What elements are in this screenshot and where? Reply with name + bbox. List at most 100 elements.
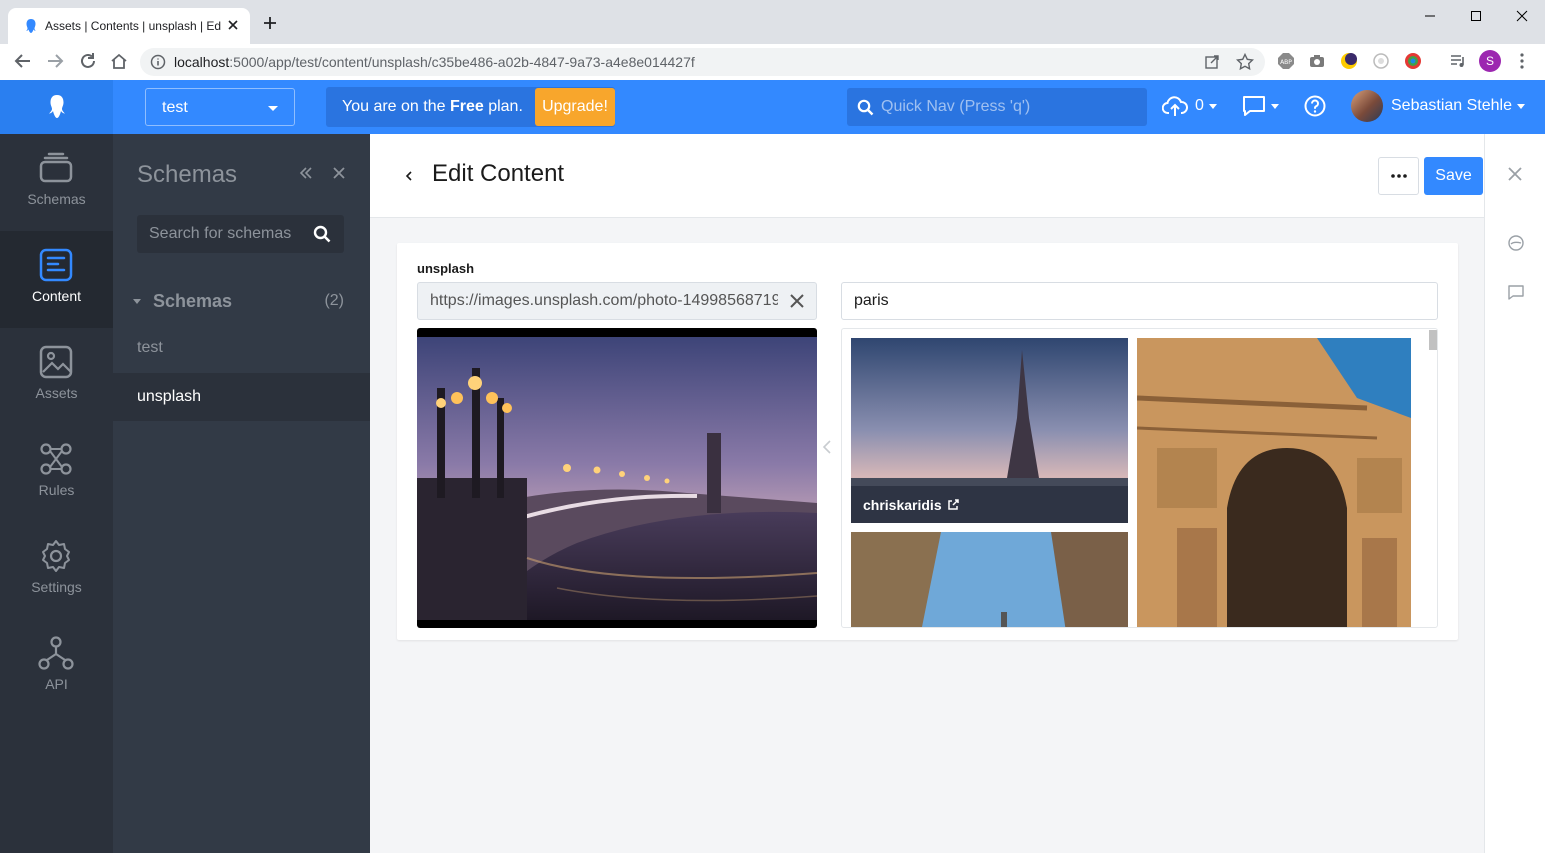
more-options-button[interactable] <box>1378 157 1419 195</box>
schema-item-unsplash[interactable]: unsplash <box>113 373 370 421</box>
quick-nav-input[interactable] <box>881 88 1137 126</box>
left-nav: Schemas Content Assets Rules Settings AP… <box>0 134 113 853</box>
photo-credit: chriskaridis <box>863 497 942 513</box>
adblock-icon[interactable]: ABP <box>1277 52 1295 70</box>
nav-item-schemas[interactable]: Schemas <box>0 134 113 231</box>
photo-credit-link[interactable]: chriskaridis <box>863 497 959 513</box>
info-icon[interactable] <box>150 54 166 70</box>
url-path: :5000/app/test/content/unsplash/c35be486… <box>229 54 695 70</box>
paris-bridge-photo <box>417 337 817 620</box>
cloud-upload-icon <box>1162 94 1188 118</box>
app-selector[interactable]: test <box>145 88 295 126</box>
main-content: Edit Content Save unsplash https://image… <box>370 134 1545 853</box>
chevron-left-icon[interactable] <box>822 439 832 455</box>
plan-name: Free <box>449 98 484 115</box>
svg-text:ABP: ABP <box>1280 59 1292 66</box>
app-header: test You are on the Free plan. Upgrade! … <box>0 80 1545 134</box>
nav-label: Schemas <box>27 191 86 207</box>
home-icon[interactable] <box>110 52 128 70</box>
photo-thumb-eiffel[interactable]: chriskaridis <box>851 338 1128 523</box>
schema-search[interactable] <box>137 215 344 253</box>
open-external-icon[interactable] <box>1204 54 1220 70</box>
media-playlist-icon[interactable] <box>1449 52 1467 70</box>
close-panel-icon[interactable] <box>332 166 346 180</box>
group-count: (2) <box>324 292 344 309</box>
profile-avatar[interactable]: S <box>1479 50 1501 72</box>
caret-down-icon <box>133 299 141 304</box>
browser-menu-icon[interactable] <box>1514 52 1530 70</box>
camera-icon[interactable] <box>1308 52 1326 70</box>
quick-nav-search[interactable] <box>847 88 1147 126</box>
image-url-input[interactable] <box>430 283 778 319</box>
uploads-count: 0 <box>1195 97 1204 114</box>
group-name: Schemas <box>153 291 233 311</box>
field-card: unsplash https://images.unsplash.com/pho… <box>397 243 1458 640</box>
arc-de-triomphe-photo <box>1137 338 1411 627</box>
squidex-favicon-icon <box>24 18 38 34</box>
bookmark-star-icon[interactable] <box>1236 53 1254 71</box>
nav-label: Assets <box>35 385 78 401</box>
nav-item-assets[interactable]: Assets <box>0 328 113 425</box>
nav-label: Settings <box>31 579 82 595</box>
clear-icon[interactable] <box>790 294 804 308</box>
photo-thumb-street[interactable] <box>851 532 1128 627</box>
comment-icon <box>1242 95 1266 117</box>
chevron-down-icon <box>1208 103 1217 109</box>
collapse-panel-icon[interactable] <box>299 166 313 180</box>
maximize-icon[interactable] <box>1453 0 1499 32</box>
schema-item-label: test <box>137 339 163 356</box>
extension-icon[interactable] <box>1372 52 1390 70</box>
close-icon[interactable] <box>1508 167 1522 181</box>
help-button[interactable] <box>1304 95 1326 117</box>
avatar <box>1351 90 1383 122</box>
nav-item-api[interactable]: API <box>0 619 113 716</box>
comments-icon[interactable] <box>1507 284 1525 302</box>
dark-mode-extension-icon[interactable] <box>1340 52 1358 70</box>
nav-item-settings[interactable]: Settings <box>0 522 113 619</box>
new-tab-icon[interactable] <box>262 15 278 31</box>
browser-tab[interactable]: Assets | Contents | unsplash | Edit <box>8 8 250 44</box>
schema-group-header[interactable]: Schemas (2) <box>133 291 344 315</box>
photo-thumb-arc[interactable] <box>1137 338 1411 627</box>
nav-label: Content <box>31 288 82 304</box>
plan-suffix: plan. <box>483 98 523 115</box>
panel-title: Schemas <box>137 161 238 188</box>
reload-icon[interactable] <box>79 52 97 70</box>
gallery-scrollbar[interactable] <box>1429 330 1437 350</box>
squidex-logo-icon[interactable] <box>0 80 113 134</box>
schemas-panel: Schemas Schemas (2) test unsplash <box>113 134 370 853</box>
schemas-icon <box>38 150 74 186</box>
url-host: localhost <box>174 54 230 70</box>
search-icon[interactable] <box>313 225 331 243</box>
back-arrow-icon[interactable] <box>14 52 32 70</box>
help-icon <box>1304 95 1326 117</box>
chevron-down-icon <box>1271 103 1279 109</box>
plan-banner: You are on the Free plan. Upgrade! <box>326 87 615 127</box>
minimize-icon[interactable] <box>1407 0 1453 32</box>
close-tab-icon[interactable] <box>226 18 240 32</box>
uploads-menu[interactable]: 0 <box>1162 94 1217 118</box>
save-button[interactable]: Save <box>1424 157 1483 195</box>
user-name: Sebastian Stehle <box>1391 97 1512 114</box>
nav-label: API <box>45 676 68 692</box>
assets-icon <box>38 344 74 380</box>
forward-arrow-icon[interactable] <box>46 52 64 70</box>
user-menu[interactable]: Sebastian Stehle <box>1351 90 1525 122</box>
back-chevron-icon[interactable] <box>404 169 414 183</box>
history-icon[interactable] <box>1507 234 1525 252</box>
nav-item-rules[interactable]: Rules <box>0 425 113 522</box>
color-picker-extension-icon[interactable] <box>1404 52 1422 70</box>
nav-item-content[interactable]: Content <box>0 231 113 328</box>
image-url-field[interactable] <box>417 282 817 320</box>
unsplash-search-input[interactable] <box>854 283 1424 319</box>
close-window-icon[interactable] <box>1499 0 1545 32</box>
browser-toolbar: localhost:5000/app/test/content/unsplash… <box>0 44 1545 80</box>
upgrade-button[interactable]: Upgrade! <box>535 88 615 126</box>
address-bar[interactable]: localhost:5000/app/test/content/unsplash… <box>140 48 1265 76</box>
unsplash-gallery: chriskaridis <box>841 328 1438 628</box>
window-controls <box>1407 0 1545 32</box>
notifications-menu[interactable] <box>1242 95 1279 117</box>
schema-item-test[interactable]: test <box>113 324 370 372</box>
schema-search-input[interactable] <box>149 215 309 253</box>
unsplash-search-field[interactable] <box>841 282 1438 320</box>
